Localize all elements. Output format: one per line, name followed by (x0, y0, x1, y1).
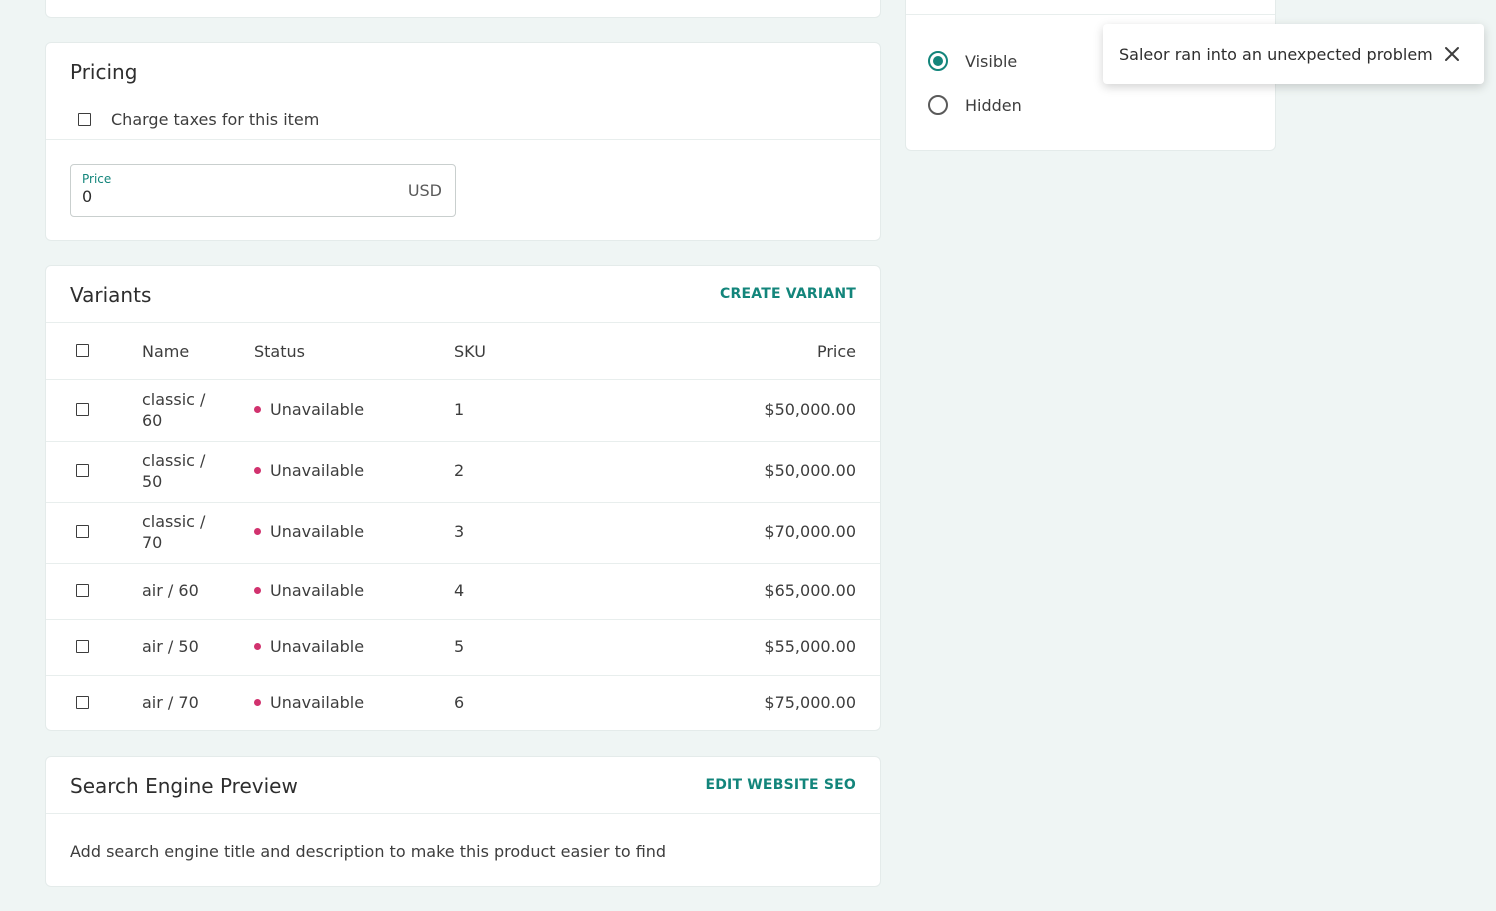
table-row[interactable]: classic / 50 Unavailable 2 $50,000.00 (46, 442, 880, 502)
select-all-checkbox[interactable] (76, 344, 89, 357)
variant-name-line2: 50 (142, 472, 163, 491)
variant-name: classic / (142, 512, 206, 531)
variant-name: air / 60 (142, 581, 199, 600)
status-dot (254, 587, 261, 594)
create-variant-button[interactable]: CREATE VARIANT (720, 286, 856, 302)
charge-taxes-label: Charge taxes for this item (111, 110, 320, 129)
visible-option[interactable]: Visible (928, 51, 1128, 73)
variant-name-line2: 60 (142, 411, 163, 430)
variant-price: $75,000.00 (764, 693, 856, 712)
pricing-divider (46, 139, 880, 140)
variant-status: Unavailable (270, 637, 365, 656)
seo-description: Add search engine title and description … (70, 842, 667, 861)
variant-status: Unavailable (270, 581, 365, 600)
column-price: Price (816, 342, 856, 361)
variant-status: Unavailable (270, 461, 365, 480)
status-dot (254, 406, 261, 413)
pricing-title: Pricing (70, 60, 138, 84)
column-name: Name (142, 342, 190, 361)
status-dot (254, 467, 261, 474)
pricing-card: Pricing Charge taxes for this item Price… (45, 42, 881, 241)
variant-sku: 4 (454, 581, 465, 600)
row-checkbox[interactable] (76, 696, 89, 709)
variant-price: $70,000.00 (764, 522, 856, 541)
table-row[interactable]: classic / 60 Unavailable 1 $50,000.00 (46, 380, 880, 441)
variant-name: air / 50 (142, 637, 199, 656)
row-checkbox[interactable] (76, 584, 89, 597)
seo-card: Search Engine Preview EDIT WEBSITE SEO A… (45, 756, 881, 887)
hidden-label: Hidden (965, 96, 1022, 115)
variant-name: air / 70 (142, 693, 199, 712)
hidden-radio[interactable] (928, 95, 948, 115)
variant-price: $50,000.00 (764, 461, 856, 480)
variants-title: Variants (70, 283, 152, 307)
status-dot (254, 643, 261, 650)
variant-sku: 5 (454, 637, 465, 656)
row-checkbox[interactable] (76, 640, 89, 653)
currency-label: USD (407, 181, 442, 200)
charge-taxes-checkbox[interactable] (78, 113, 91, 126)
variant-name: classic / (142, 451, 206, 470)
price-field-label: Price (82, 172, 112, 186)
variants-card: Variants CREATE VARIANT Name Status SKU … (45, 265, 881, 731)
edit-website-seo-button[interactable]: EDIT WEBSITE SEO (705, 777, 856, 793)
variant-name: classic / (142, 390, 206, 409)
variant-status: Unavailable (270, 522, 365, 541)
column-sku: SKU (454, 342, 486, 361)
variant-name-line2: 70 (142, 533, 163, 552)
seo-divider (46, 813, 880, 814)
visible-radio[interactable] (928, 51, 948, 71)
variant-sku: 1 (454, 400, 465, 419)
status-dot (254, 699, 261, 706)
top-card-partial (45, 0, 881, 18)
visible-label: Visible (965, 52, 1018, 71)
variants-header-divider (46, 322, 880, 323)
visibility-divider (906, 14, 1275, 15)
variant-price: $55,000.00 (764, 637, 856, 656)
variant-price: $65,000.00 (764, 581, 856, 600)
toast-message: Saleor ran into an unexpected problem (1119, 45, 1433, 64)
column-status: Status (254, 342, 305, 361)
variant-sku: 2 (454, 461, 465, 480)
price-input-value[interactable]: 0 (82, 187, 92, 206)
variant-status: Unavailable (270, 693, 365, 712)
variant-status: Unavailable (270, 400, 365, 419)
seo-title: Search Engine Preview (70, 774, 298, 798)
variant-sku: 3 (454, 522, 465, 541)
variant-price: $50,000.00 (764, 400, 856, 419)
price-field[interactable]: Price 0 USD (70, 164, 456, 217)
hidden-option[interactable]: Hidden (928, 95, 1128, 117)
table-row[interactable]: classic / 70 Unavailable 3 $70,000.00 (46, 503, 880, 563)
table-row[interactable]: air / 60 Unavailable 4 $65,000.00 (46, 564, 880, 619)
row-checkbox[interactable] (76, 464, 89, 477)
row-checkbox[interactable] (76, 403, 89, 416)
variant-sku: 6 (454, 693, 465, 712)
table-row[interactable]: air / 70 Unavailable 6 $75,000.00 (46, 676, 880, 731)
table-row[interactable]: air / 50 Unavailable 5 $55,000.00 (46, 620, 880, 675)
row-checkbox[interactable] (76, 525, 89, 538)
error-toast: Saleor ran into an unexpected problem (1103, 24, 1484, 84)
close-icon[interactable] (1441, 43, 1463, 65)
status-dot (254, 528, 261, 535)
